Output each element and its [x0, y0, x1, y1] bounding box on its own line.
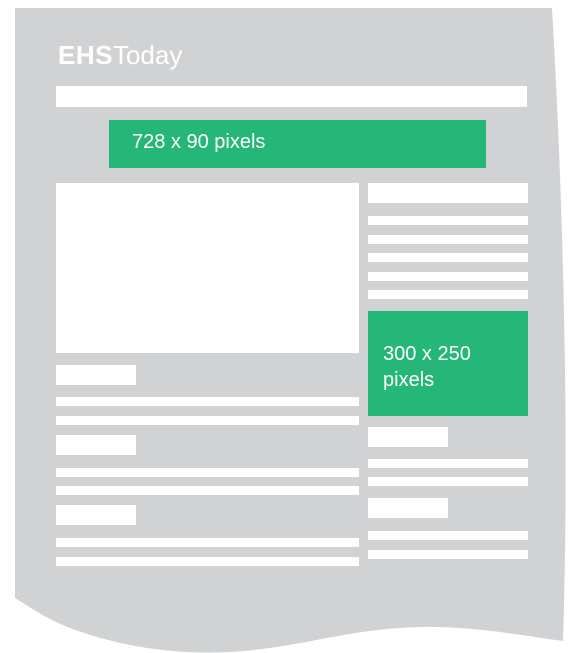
- leaderboard-ad-slot: 728 x 90 pixels: [109, 120, 486, 168]
- article-text-line: [56, 468, 359, 477]
- article-heading-placeholder: [56, 505, 136, 525]
- ehstoday-logo: EHSToday: [58, 40, 182, 70]
- sidebar-text-line: [368, 477, 528, 486]
- sidebar-text-line: [368, 235, 528, 244]
- sidebar-text-line: [368, 216, 528, 225]
- sidebar-heading-placeholder: [368, 183, 528, 203]
- article-heading-placeholder: [56, 435, 136, 455]
- article-text-line: [56, 397, 359, 406]
- main-image-placeholder: [56, 183, 359, 353]
- sidebar-heading-placeholder: [368, 498, 448, 518]
- sidebar-text-line: [368, 272, 528, 281]
- sidebar-text-line: [368, 550, 528, 559]
- nav-bar-placeholder: [56, 86, 527, 107]
- sidebar-text-line: [368, 459, 528, 468]
- leaderboard-ad-label: 728 x 90 pixels: [132, 131, 266, 153]
- sidebar-text-line: [368, 253, 528, 262]
- article-text-line: [56, 416, 359, 425]
- article-heading-placeholder: [56, 365, 136, 385]
- article-text-line: [56, 557, 359, 566]
- sidebar-text-line: [368, 290, 528, 299]
- sidebar-heading-placeholder: [368, 427, 448, 447]
- logo-today-text: Today: [112, 40, 183, 70]
- rectangle-ad-label: 300 x 250 pixels: [383, 343, 471, 391]
- ad-spec-illustration: EHSToday 728 x 90 pixels 300 x 250 pixel…: [0, 0, 570, 653]
- article-text-line: [56, 486, 359, 495]
- sidebar-text-line: [368, 531, 528, 540]
- logo-ehs-text: EHS: [58, 40, 113, 70]
- article-text-line: [56, 538, 359, 547]
- rectangle-ad-slot: 300 x 250 pixels: [368, 311, 528, 416]
